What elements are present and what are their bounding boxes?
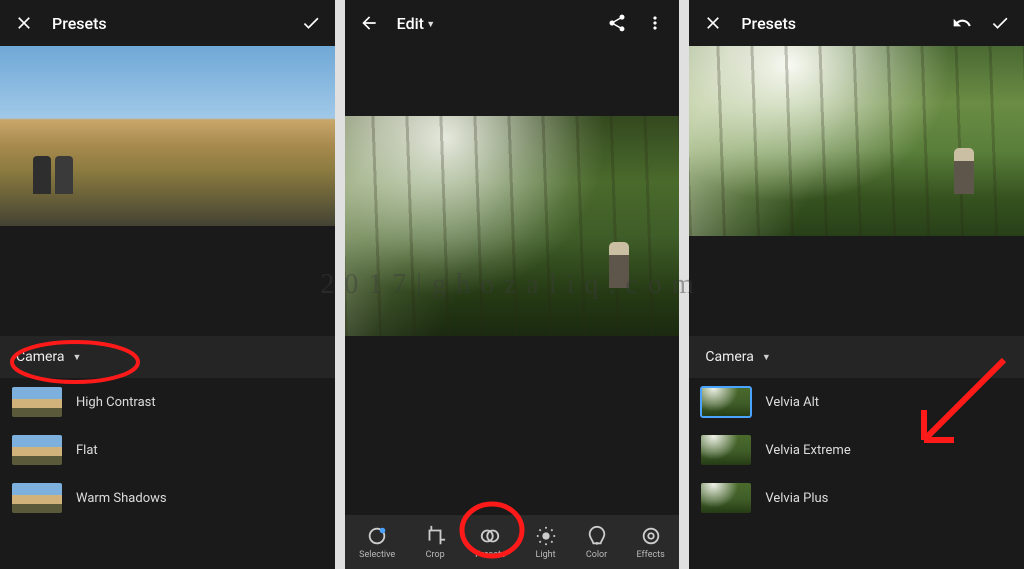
tool-light[interactable]: Light [535, 525, 557, 560]
back-icon[interactable] [359, 13, 379, 33]
tool-label: Selective [359, 550, 395, 560]
preset-item[interactable]: Velvia Alt [689, 378, 1024, 426]
preset-item[interactable]: Velvia Plus [689, 474, 1024, 522]
header: Presets [0, 0, 335, 46]
close-icon[interactable] [14, 13, 34, 33]
preset-item[interactable]: Flat [0, 426, 335, 474]
tool-label: Color [586, 550, 607, 560]
confirm-icon[interactable] [990, 13, 1010, 33]
photo-preview [689, 46, 1024, 236]
preset-list: High Contrast Flat Warm Shadows [0, 378, 335, 522]
tool-label: Light [536, 550, 556, 560]
preset-thumb [12, 435, 62, 465]
page-title[interactable]: Edit [397, 14, 435, 33]
preset-list: Velvia Alt Velvia Extreme Velvia Plus [689, 378, 1024, 522]
edit-toolbar: Selective Crop Presets Light Color Effec… [345, 515, 680, 569]
header: Presets [689, 0, 1024, 46]
preset-category-dropdown[interactable]: Camera [0, 336, 335, 378]
preset-label: High Contrast [76, 395, 156, 410]
preset-thumb [12, 387, 62, 417]
preset-label: Warm Shadows [76, 491, 167, 506]
preset-label: Flat [76, 443, 98, 458]
tool-label: Crop [426, 550, 445, 560]
photo-preview [345, 116, 680, 336]
close-icon[interactable] [703, 13, 723, 33]
preset-thumb [701, 387, 751, 417]
preset-item[interactable]: Velvia Extreme [689, 426, 1024, 474]
confirm-icon[interactable] [301, 13, 321, 33]
preset-label: Velvia Extreme [765, 443, 850, 458]
preset-label: Velvia Plus [765, 491, 828, 506]
page-title: Presets [741, 14, 796, 33]
screen-presets-jungle: Presets Camera Velvia Alt [689, 0, 1024, 569]
tool-crop[interactable]: Crop [424, 525, 446, 560]
tool-effects[interactable]: Effects [637, 525, 665, 560]
more-icon[interactable] [645, 13, 665, 33]
undo-icon[interactable] [952, 13, 972, 33]
share-icon[interactable] [607, 13, 627, 33]
preset-category-dropdown[interactable]: Camera [689, 336, 1024, 378]
tool-color[interactable]: Color [586, 525, 608, 560]
tool-label: Effects [637, 550, 665, 560]
preset-item[interactable]: Warm Shadows [0, 474, 335, 522]
screen-edit: Edit Selective Crop [345, 0, 680, 569]
header: Edit [345, 0, 680, 46]
page-title: Presets [52, 14, 107, 33]
screen-presets-hills: Presets Camera High Contrast Flat [0, 0, 335, 569]
preset-thumb [701, 435, 751, 465]
tool-selective[interactable]: Selective [359, 525, 395, 560]
photo-preview [0, 46, 335, 226]
preset-label: Velvia Alt [765, 395, 819, 410]
preset-thumb [12, 483, 62, 513]
preset-item[interactable]: High Contrast [0, 378, 335, 426]
tool-presets[interactable]: Presets [475, 525, 505, 560]
preset-thumb [701, 483, 751, 513]
tool-label: Presets [475, 550, 505, 560]
